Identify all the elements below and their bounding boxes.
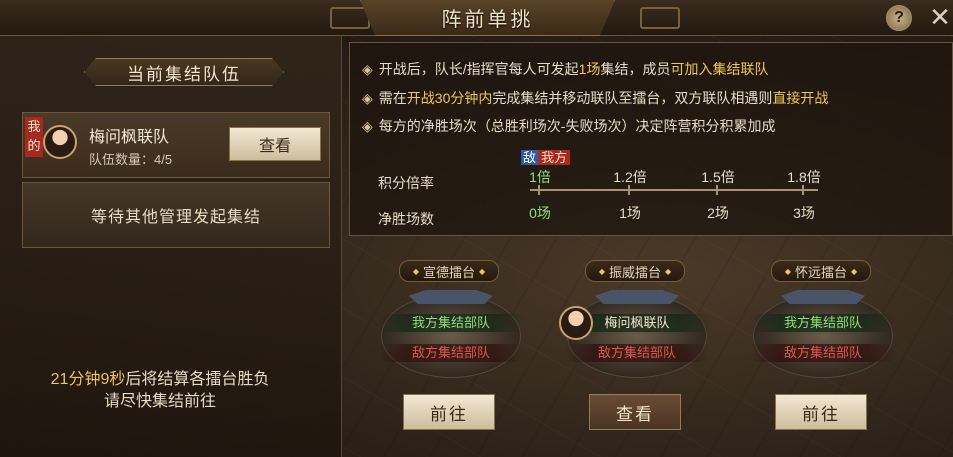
multiplier-label: 积分倍率 xyxy=(378,175,434,191)
wins-value: 0场 xyxy=(529,205,551,221)
multiplier-value: 1倍 xyxy=(529,169,551,185)
help-button[interactable]: ? xyxy=(886,5,912,31)
rule-line: ◈ 需在开战30分钟内完成集结并移动联队至擂台，双方联队相遇则直接开战 xyxy=(362,90,829,106)
team-name: 梅问枫联队 xyxy=(89,129,170,146)
enemy-squad-label: 敌方集结部队 xyxy=(565,344,709,362)
close-button[interactable]: ✕ xyxy=(928,4,952,30)
wins-value: 1场 xyxy=(619,205,641,221)
arena-name: ◆ 宣德擂台 ◆ xyxy=(399,260,499,282)
view-team-button[interactable]: 查看 xyxy=(229,127,321,161)
game-screen: 阵前单挑 ? ✕ 当前集结队伍 我的 梅问枫联队 队伍数量：4/5 查看 等待其… xyxy=(0,0,953,457)
ally-squad-label: 我方集结部队 xyxy=(379,314,523,332)
rule-line: ◈ 每方的净胜场次（总胜利场次-失败场次）决定阵营积分积累加成 xyxy=(362,118,776,134)
diamond-icon: ◈ xyxy=(362,118,373,134)
mine-tag: 我的 xyxy=(25,117,43,157)
diamond-icon: ◈ xyxy=(362,90,373,106)
waiting-message: 等待其他管理发起集结 xyxy=(22,182,330,248)
arena-name: ◆ 振威擂台 ◆ xyxy=(585,260,685,282)
multiplier-value: 1.5倍 xyxy=(701,169,735,185)
title-plate: 阵前单挑 xyxy=(360,0,615,36)
countdown-time: 21分钟9秒 xyxy=(50,371,126,388)
side-marker: 敌我方 xyxy=(521,147,571,166)
pavilion-icon xyxy=(409,290,493,304)
team-count: 队伍数量：4/5 xyxy=(89,152,173,167)
wins-value: 3场 xyxy=(793,205,815,221)
pavilion-icon xyxy=(781,290,865,304)
rules-box: ◈ 开战后，队长/指挥官每人可发起1场集结，成员可加入集结联队 ◈ 需在开战30分钟… xyxy=(349,42,953,236)
arena-panel: ◈ 开战后，队长/指挥官每人可发起1场集结，成员可加入集结联队 ◈ 需在开战30分钟… xyxy=(343,36,953,457)
arena-image[interactable] xyxy=(381,294,521,378)
enemy-squad-label: 敌方集结部队 xyxy=(751,344,895,362)
enemy-squad-label: 敌方集结部队 xyxy=(379,344,523,362)
multiplier-value: 1.2倍 xyxy=(613,169,647,185)
view-arena-button[interactable]: 查看 xyxy=(589,394,681,430)
diamond-icon: ◈ xyxy=(362,61,373,77)
arena-image[interactable] xyxy=(567,294,707,378)
wins-label: 净胜场数 xyxy=(378,211,434,227)
window-title: 阵前单挑 xyxy=(441,9,534,31)
go-button[interactable]: 前往 xyxy=(775,394,867,430)
countdown-hint: 请尽快集结前往 xyxy=(103,393,216,410)
avatar xyxy=(559,306,593,340)
wins-value: 2场 xyxy=(707,205,729,221)
ornament-icon xyxy=(640,7,680,29)
section-title: 当前集结队伍 xyxy=(84,58,284,86)
avatar xyxy=(43,125,77,159)
scale-labels: 积分倍率 净胜场数 xyxy=(378,165,434,237)
pavilion-icon xyxy=(595,290,679,304)
go-button[interactable]: 前往 xyxy=(403,394,495,430)
rule-line: ◈ 开战后，队长/指挥官每人可发起1场集结，成员可加入集结联队 xyxy=(362,61,769,77)
multiplier-value: 1.8倍 xyxy=(787,169,821,185)
progress-track xyxy=(530,189,818,191)
arena-image[interactable] xyxy=(753,294,893,378)
team-card: 我的 梅问枫联队 队伍数量：4/5 查看 xyxy=(22,112,330,178)
countdown-text: 21分钟9秒后将结算各擂台胜负 请尽快集结前往 xyxy=(0,369,320,413)
top-bar: 阵前单挑 ? ✕ xyxy=(0,0,953,36)
countdown-desc: 后将结算各擂台胜负 xyxy=(125,371,270,388)
arena-name: ◆ 怀远擂台 ◆ xyxy=(771,260,871,282)
ornament-icon xyxy=(330,7,370,29)
ally-squad-label: 我方集结部队 xyxy=(751,314,895,332)
rally-panel: 当前集结队伍 我的 梅问枫联队 队伍数量：4/5 查看 等待其他管理发起集结 2… xyxy=(0,36,342,457)
